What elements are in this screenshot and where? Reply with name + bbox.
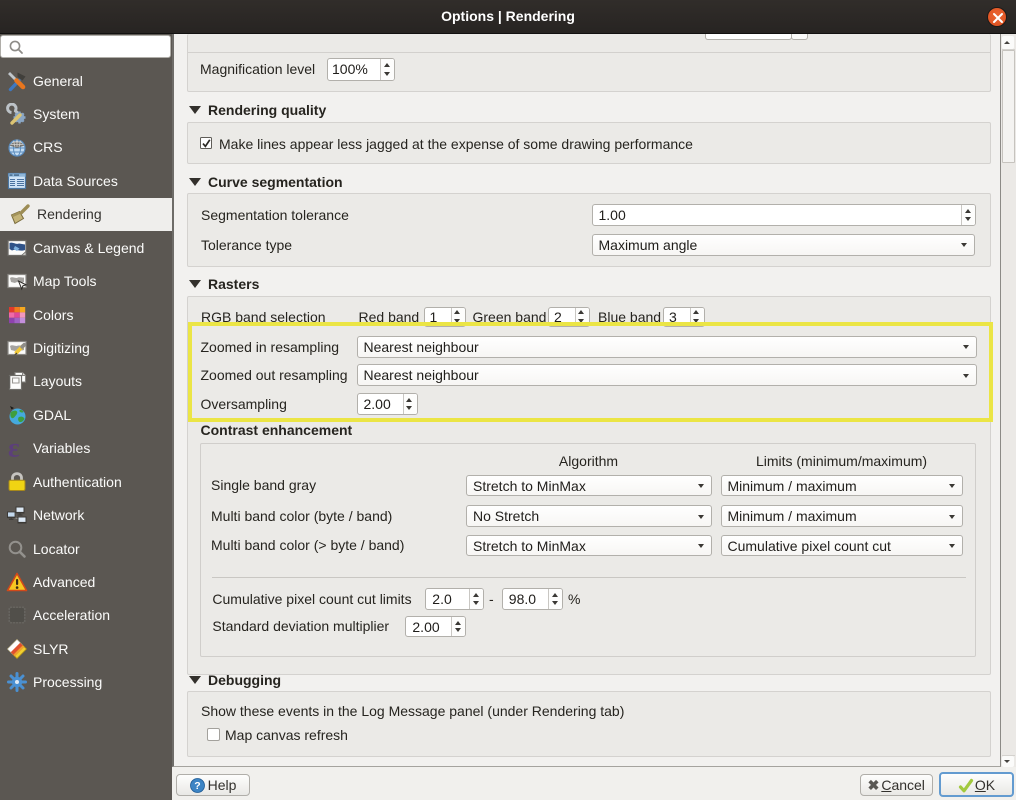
svg-text:?: ? xyxy=(194,780,200,792)
